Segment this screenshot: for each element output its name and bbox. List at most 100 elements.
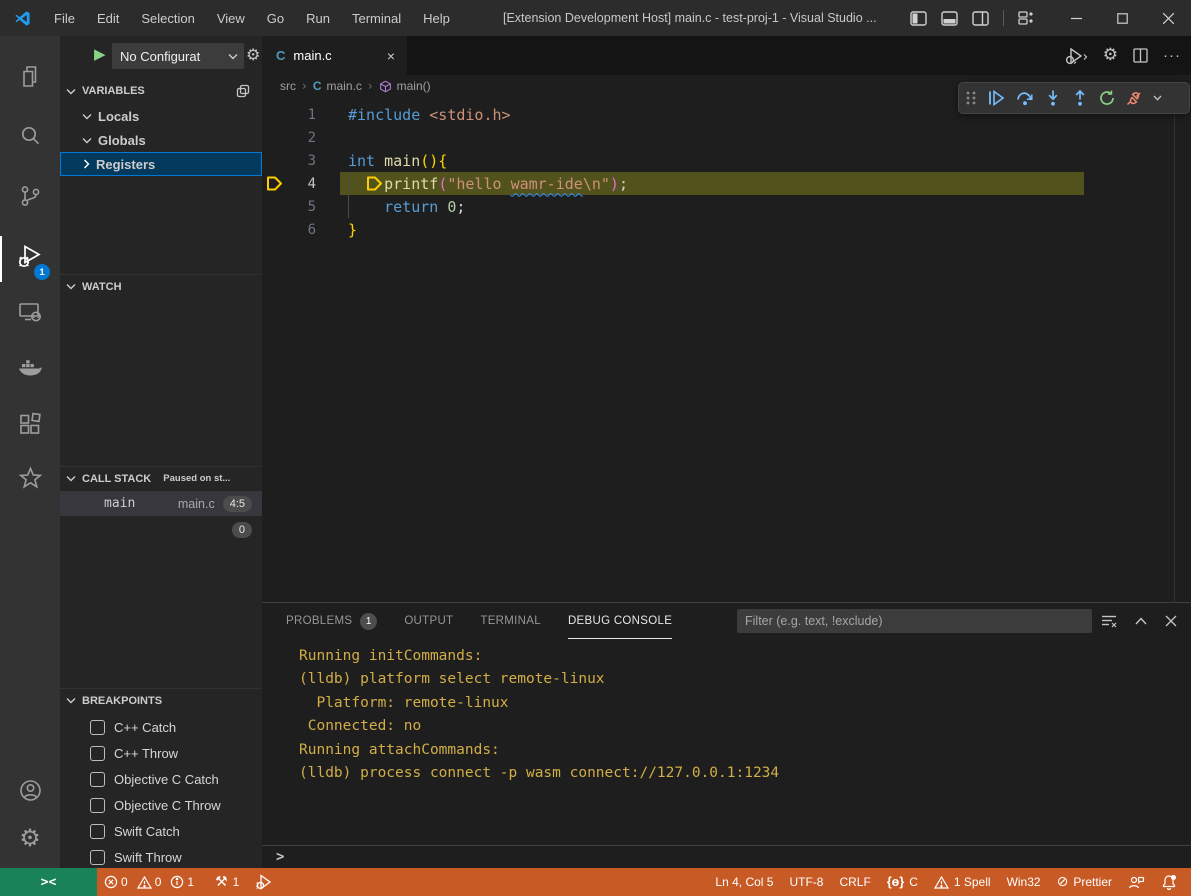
eol-indicator[interactable]: CRLF: [831, 868, 878, 896]
breadcrumb-src[interactable]: src: [280, 79, 296, 93]
language-mode[interactable]: {ө} C: [879, 868, 926, 896]
breakpoints-section-header[interactable]: BREAKPOINTS: [60, 688, 262, 712]
disconnect-icon[interactable]: [1125, 89, 1144, 107]
split-editor-icon[interactable]: [1133, 48, 1148, 63]
gear-icon[interactable]: ⚙: [1103, 47, 1118, 64]
maximize-panel-icon[interactable]: [1135, 617, 1147, 625]
breakpoint-checkbox[interactable]: [90, 746, 105, 761]
breakpoint-checkbox[interactable]: [90, 850, 105, 865]
stack-frame-row[interactable]: main main.c 4:5: [60, 491, 262, 516]
notifications-item[interactable]: [1153, 868, 1191, 896]
breakpoint-row[interactable]: Objective C Throw: [60, 792, 262, 818]
more-actions-icon[interactable]: ···: [1163, 47, 1181, 64]
menu-terminal[interactable]: Terminal: [341, 7, 412, 30]
debug-configuration-dropdown[interactable]: No Configurat: [112, 43, 244, 69]
menu-run[interactable]: Run: [295, 7, 341, 30]
code-line-6[interactable]: 6}: [262, 218, 1191, 241]
maximize-button[interactable]: [1099, 0, 1145, 36]
close-button[interactable]: [1145, 0, 1191, 36]
menu-file[interactable]: File: [43, 7, 86, 30]
breakpoint-checkbox[interactable]: [90, 824, 105, 839]
breadcrumb-main-c[interactable]: main.c: [326, 79, 361, 93]
breakpoint-gutter[interactable]: [262, 126, 288, 149]
code-line-2[interactable]: 2: [262, 126, 1191, 149]
breakpoint-checkbox[interactable]: [90, 772, 105, 787]
tools-status[interactable]: ⚒ 1: [207, 868, 247, 896]
step-over-icon[interactable]: [1015, 89, 1035, 107]
breakpoint-row[interactable]: C++ Throw: [60, 740, 262, 766]
run-or-debug-icon[interactable]: [1064, 47, 1088, 65]
sidebar-item-source-control[interactable]: [0, 172, 60, 220]
step-out-icon[interactable]: [1071, 89, 1089, 107]
breakpoint-gutter[interactable]: [262, 218, 288, 241]
debug-console-output[interactable]: Running initCommands:(lldb) platform sel…: [262, 639, 1191, 846]
minimize-button[interactable]: [1053, 0, 1099, 36]
breakpoint-checkbox[interactable]: [90, 798, 105, 813]
watch-section-header[interactable]: WATCH: [60, 274, 262, 298]
platform-indicator[interactable]: Win32: [999, 868, 1049, 896]
toggle-panel-icon[interactable]: [941, 11, 958, 26]
chevron-down-icon[interactable]: [1153, 95, 1162, 101]
problems-status[interactable]: 0 0 1: [97, 868, 207, 896]
start-debugging-icon[interactable]: ▶: [94, 45, 106, 63]
debug-current-line-gutter[interactable]: [262, 172, 288, 195]
encoding-indicator[interactable]: UTF-8: [781, 868, 831, 896]
customize-layout-icon[interactable]: [1018, 10, 1034, 26]
breakpoint-row[interactable]: Swift Catch: [60, 818, 262, 844]
step-into-icon[interactable]: [1044, 89, 1062, 107]
menu-view[interactable]: View: [206, 7, 256, 30]
debug-status[interactable]: [247, 868, 283, 896]
menu-selection[interactable]: Selection: [130, 7, 205, 30]
variables-scope-locals[interactable]: Locals: [60, 104, 262, 128]
tab-main-c[interactable]: C main.c ×: [262, 36, 407, 75]
breadcrumb-main-fn[interactable]: main(): [397, 79, 431, 93]
debug-console-input-row[interactable]: >: [262, 845, 1191, 868]
menu-go[interactable]: Go: [256, 7, 295, 30]
restart-icon[interactable]: [1098, 89, 1116, 107]
remote-indicator[interactable]: ><: [0, 868, 97, 896]
sidebar-item-extensions[interactable]: [0, 400, 60, 448]
sidebar-item-star[interactable]: [0, 454, 60, 502]
tab-debug-console[interactable]: DEBUG CONSOLE: [568, 603, 672, 639]
tab-terminal[interactable]: TERMINAL: [480, 604, 541, 639]
stack-extra-row[interactable]: 0: [60, 518, 262, 542]
sidebar-item-explorer[interactable]: [0, 52, 60, 100]
sidebar-item-remote-explorer[interactable]: [0, 288, 60, 336]
breakpoint-gutter[interactable]: [262, 195, 288, 218]
code-line-4[interactable]: 4 printf("hello wamr-ide\n");: [262, 172, 1191, 195]
sidebar-item-accounts[interactable]: [0, 766, 60, 814]
breakpoint-checkbox[interactable]: [90, 720, 105, 735]
variables-scope-registers[interactable]: Registers: [60, 152, 262, 176]
cursor-position[interactable]: Ln 4, Col 5: [707, 868, 781, 896]
breakpoint-row[interactable]: Objective C Catch: [60, 766, 262, 792]
sidebar-item-run-and-debug[interactable]: 1: [0, 232, 60, 280]
feedback-item[interactable]: [1120, 868, 1153, 896]
clear-console-icon[interactable]: [1101, 614, 1117, 628]
code-line-5[interactable]: 5 return 0;: [262, 195, 1191, 218]
console-filter-input[interactable]: [737, 609, 1092, 633]
variables-scope-globals[interactable]: Globals: [60, 128, 262, 152]
spell-checker-status[interactable]: 1 Spell: [926, 868, 999, 896]
variables-view-actions-icon[interactable]: [236, 84, 250, 98]
call-stack-section-header[interactable]: CALL STACK Paused on st...: [60, 466, 262, 490]
menu-edit[interactable]: Edit: [86, 7, 130, 30]
close-panel-icon[interactable]: [1165, 615, 1177, 627]
continue-icon[interactable]: [986, 89, 1006, 107]
variables-section-header[interactable]: VARIABLES: [60, 80, 262, 102]
tab-problems[interactable]: PROBLEMS 1: [286, 604, 377, 639]
toggle-secondary-sidebar-icon[interactable]: [972, 11, 989, 26]
menu-help[interactable]: Help: [412, 7, 461, 30]
breakpoint-row[interactable]: C++ Catch: [60, 714, 262, 740]
formatter-status[interactable]: ⊘ Prettier: [1049, 868, 1120, 896]
toggle-sidebar-icon[interactable]: [910, 11, 927, 26]
breakpoint-gutter[interactable]: [262, 103, 288, 126]
toolbar-drag-handle[interactable]: [965, 90, 977, 106]
sidebar-item-docker[interactable]: [0, 344, 60, 392]
open-launch-json-gear-icon[interactable]: ⚙: [246, 45, 260, 64]
tab-output[interactable]: OUTPUT: [404, 604, 453, 639]
code-line-3[interactable]: 3int main(){: [262, 149, 1191, 172]
code-editor[interactable]: 1#include <stdio.h>23int main(){4 printf…: [262, 97, 1191, 602]
tab-close-icon[interactable]: ×: [387, 48, 395, 64]
breakpoint-gutter[interactable]: [262, 149, 288, 172]
sidebar-item-settings[interactable]: ⚙: [0, 814, 60, 862]
